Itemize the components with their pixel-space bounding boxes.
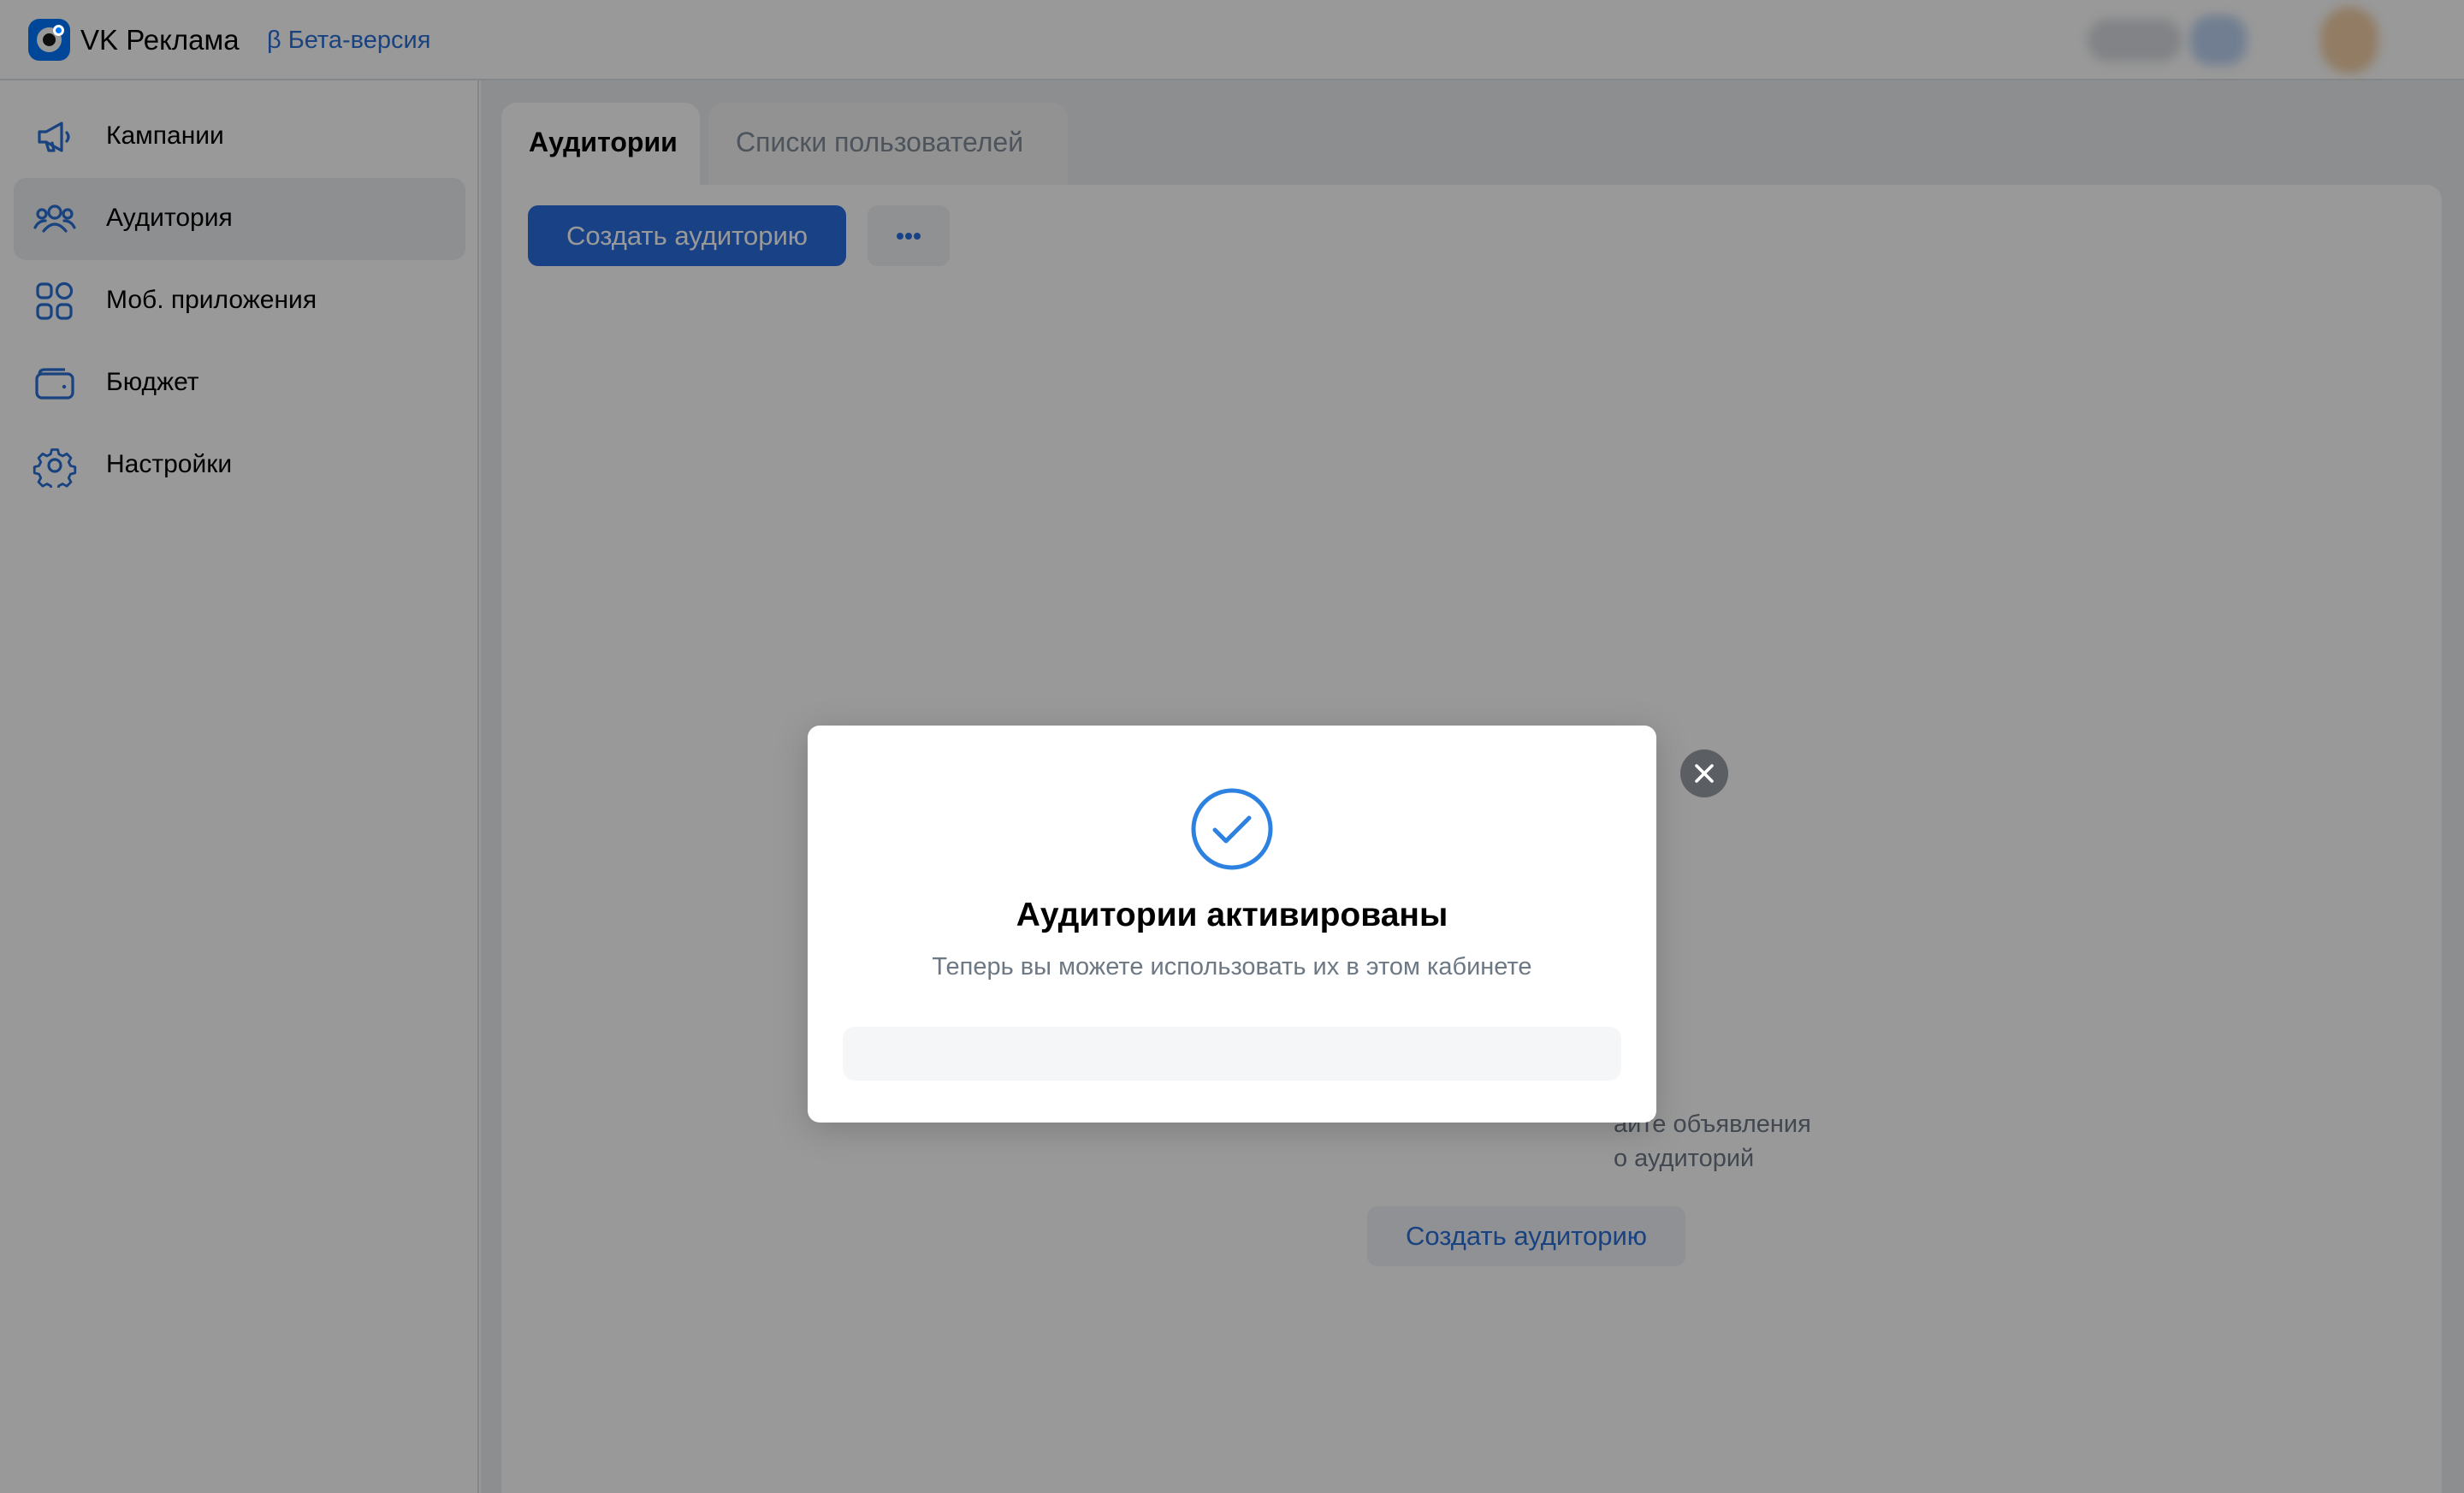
check-circle-icon <box>1190 787 1274 871</box>
close-icon[interactable] <box>1680 749 1728 797</box>
success-modal: Аудитории активированы Теперь вы можете … <box>808 726 1656 1123</box>
modal-title: Аудитории активированы <box>1016 897 1448 933</box>
modal-empty-field <box>843 1027 1621 1081</box>
modal-subtitle: Теперь вы можете использовать их в этом … <box>932 953 1532 981</box>
